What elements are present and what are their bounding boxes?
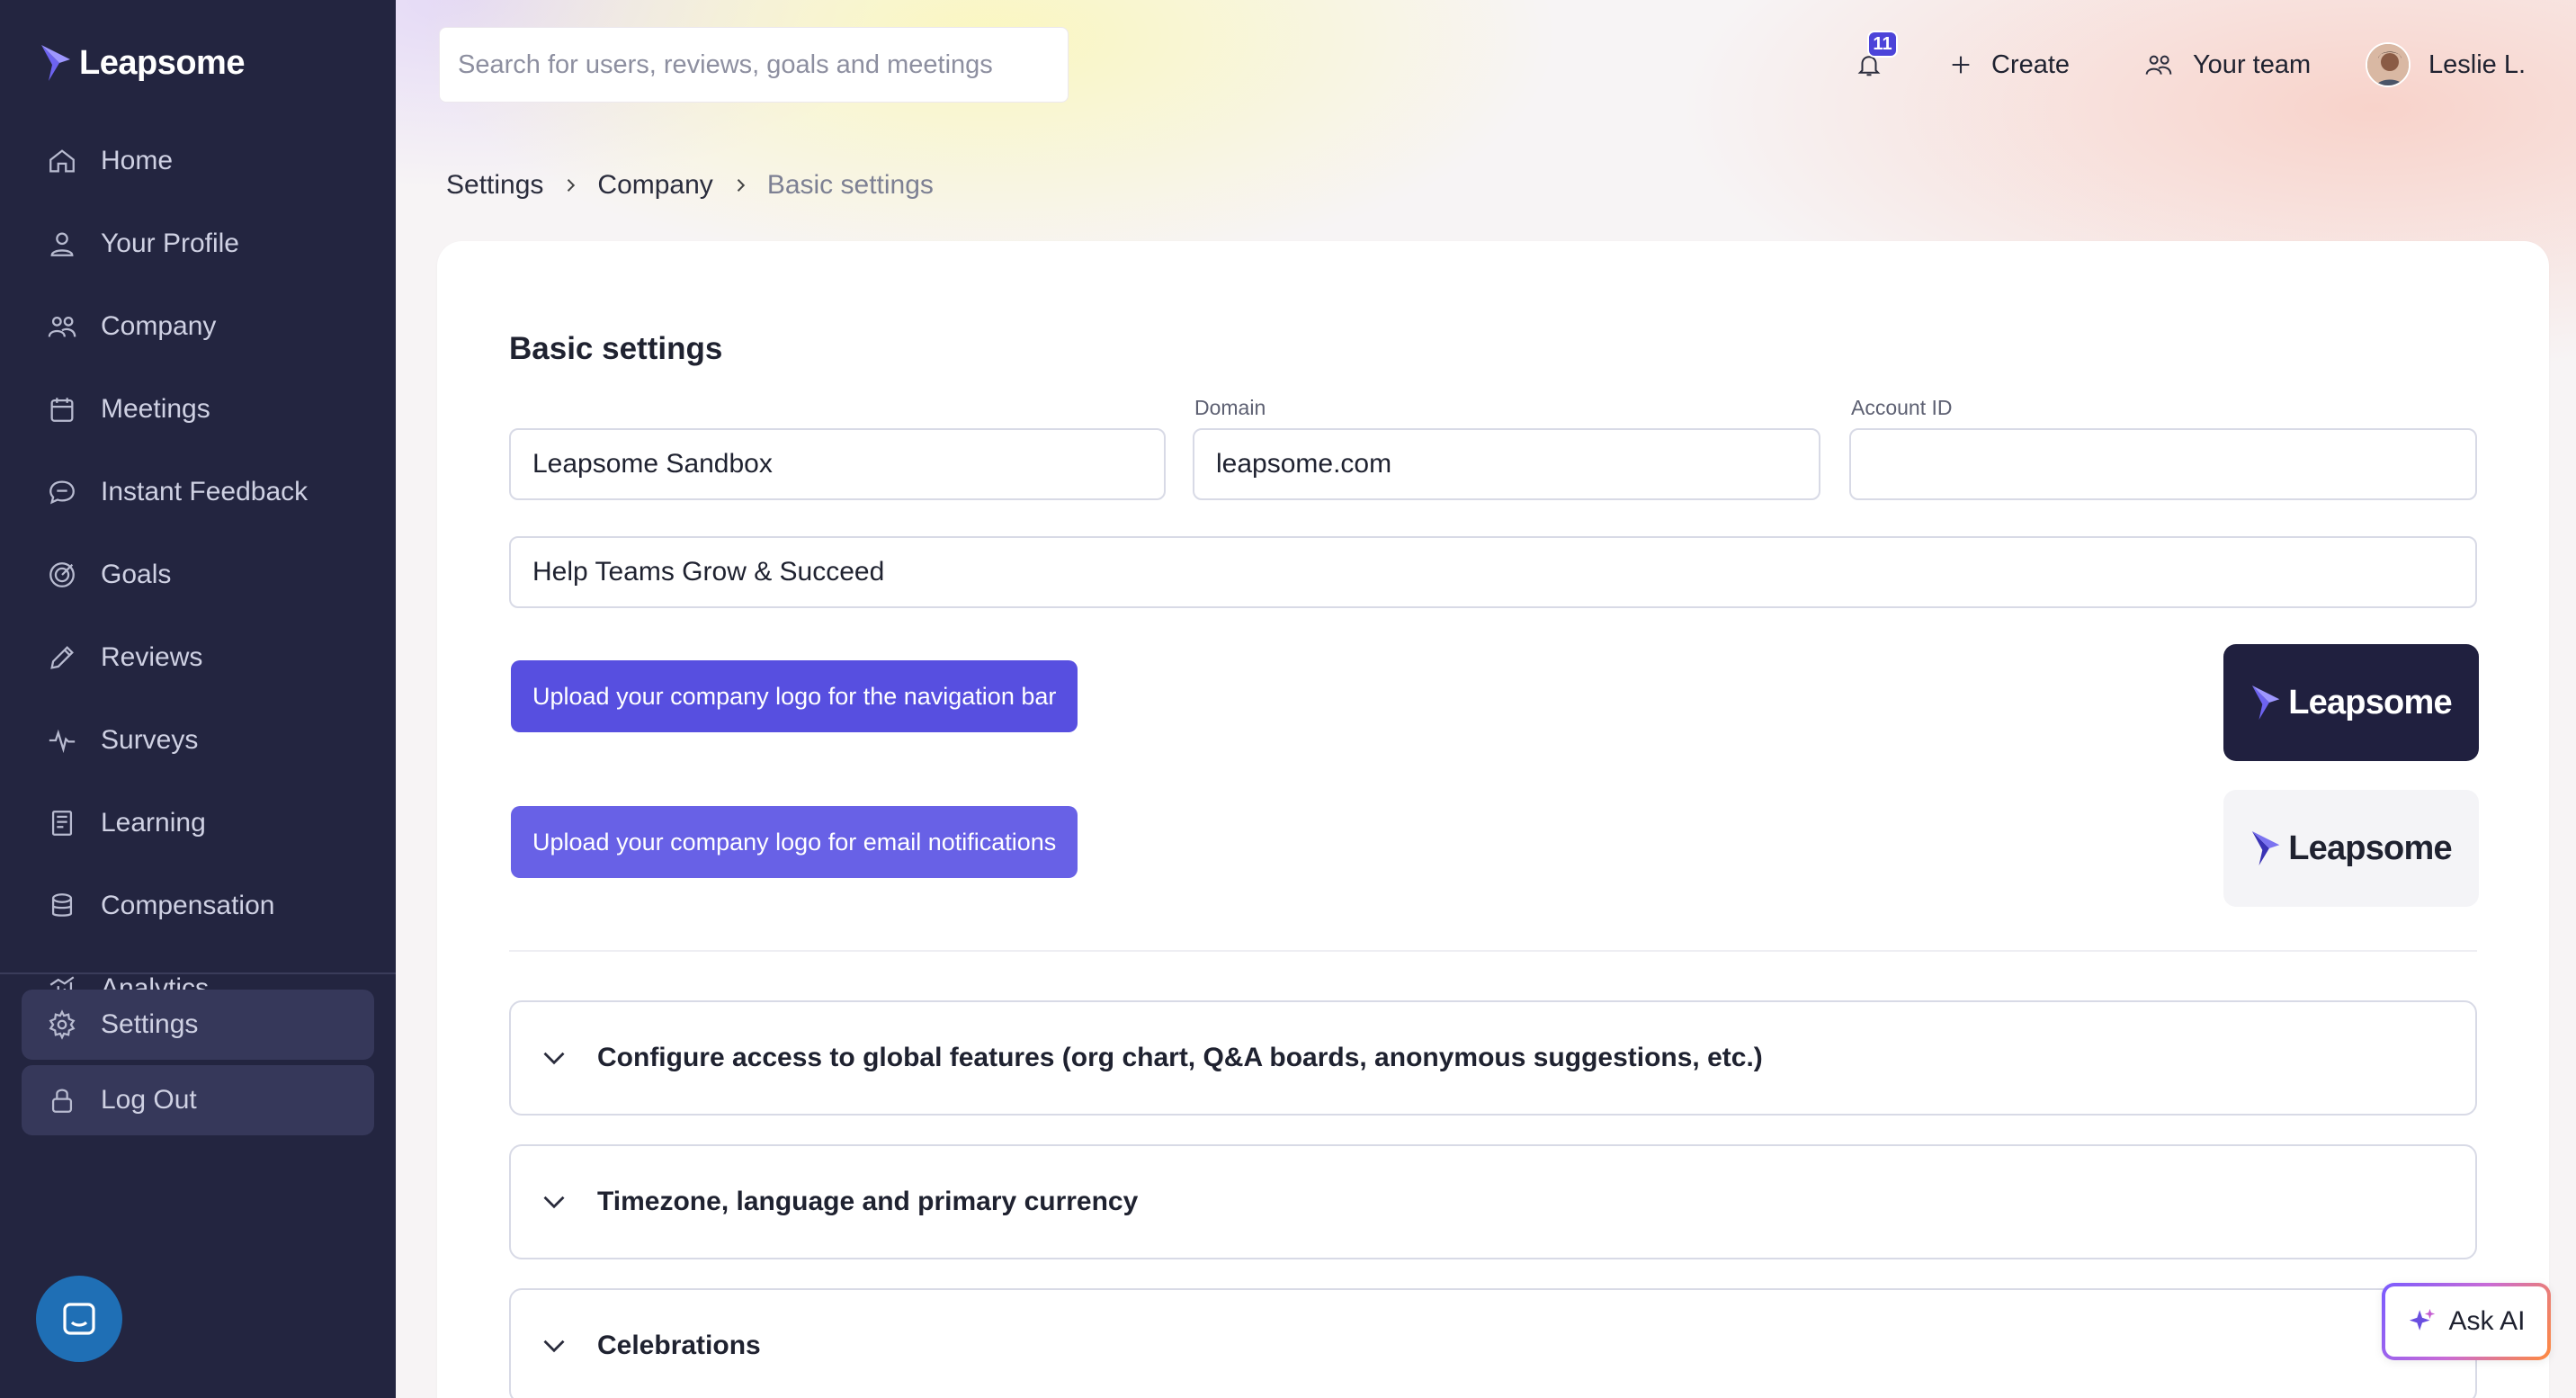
chat-support-icon — [63, 1303, 95, 1335]
sidebar-divider — [0, 972, 396, 974]
sidebar-item-label: Meetings — [101, 394, 210, 424]
pencil-icon — [50, 646, 74, 669]
chevron-down-icon — [543, 1340, 565, 1353]
book-icon — [51, 811, 73, 836]
sidebar-item-label: Log Out — [101, 1085, 197, 1115]
sidebar-item-settings[interactable]: Settings — [22, 990, 374, 1060]
chat-icon — [49, 480, 75, 505]
sidebar-item-learning[interactable]: Learning — [22, 788, 374, 858]
sidebar-item-home[interactable]: Home — [22, 126, 374, 196]
sidebar-item-label: Home — [101, 146, 174, 175]
leapsome-logo-icon — [41, 45, 70, 81]
accordion-title: Configure access to global features (org… — [597, 1043, 1763, 1072]
chevron-down-icon — [543, 1196, 565, 1209]
calendar-icon — [50, 398, 74, 422]
account-id-label: Account ID — [1851, 396, 1953, 419]
sidebar-item-label: Your Profile — [101, 229, 239, 258]
company-name-field[interactable] — [509, 428, 1166, 500]
account-id-input[interactable] — [1873, 449, 2475, 479]
accordion-global-features[interactable]: Configure access to global features (org… — [509, 1000, 2477, 1116]
company-name-input[interactable] — [532, 449, 1164, 479]
chevron-down-icon — [543, 1052, 565, 1065]
upload-nav-logo-button[interactable]: Upload your company logo for the navigat… — [511, 660, 1078, 732]
section-divider — [509, 950, 2477, 952]
sidebar-item-label: Surveys — [101, 725, 199, 755]
support-chat-button[interactable] — [36, 1276, 122, 1362]
home-icon — [49, 149, 75, 173]
domain-label: Domain — [1194, 396, 1266, 419]
nav-logo-preview: Leapsome — [2223, 644, 2479, 761]
sidebar-item-company[interactable]: Company — [22, 291, 374, 362]
people-icon — [48, 316, 76, 337]
gear-icon — [49, 1009, 76, 1040]
sidebar: Leapsome Home Your Profile Company Meeti… — [0, 0, 396, 1398]
brand-logo[interactable]: Leapsome — [40, 43, 245, 83]
search-input[interactable] — [458, 49, 1068, 80]
company-slogan-input[interactable] — [532, 557, 2475, 587]
sidebar-item-label: Learning — [101, 808, 206, 838]
sidebar-item-label: Compensation — [101, 891, 275, 920]
accordion-title: Timezone, language and primary currency — [597, 1187, 1139, 1216]
accordion-celebrations[interactable]: Celebrations — [509, 1288, 2477, 1398]
brand-name: Leapsome — [79, 43, 245, 82]
sidebar-item-label: Reviews — [101, 642, 203, 672]
accordion-timezone-language[interactable]: Timezone, language and primary currency — [509, 1144, 2477, 1259]
breadcrumb-settings[interactable]: Settings — [446, 170, 543, 201]
nav-logo-text: Leapsome — [2288, 683, 2452, 721]
user-menu[interactable]: Leslie L. — [2366, 27, 2526, 103]
sidebar-item-label: Settings — [101, 1009, 199, 1039]
accordion-title: Celebrations — [597, 1331, 761, 1360]
email-logo-preview: Leapsome — [2223, 790, 2479, 907]
create-label: Create — [1991, 49, 2071, 79]
notification-count-badge: 11 — [1867, 31, 1898, 58]
breadcrumb-basic-settings: Basic settings — [766, 170, 934, 200]
domain-field[interactable] — [1193, 428, 1820, 500]
notifications-button[interactable]: 11 — [1849, 27, 1898, 103]
sidebar-item-surveys[interactable]: Surveys — [22, 705, 374, 775]
user-name: Leslie L. — [2428, 49, 2527, 79]
user-icon — [50, 232, 74, 256]
upload-email-logo-button[interactable]: Upload your company logo for email notif… — [511, 806, 1078, 878]
chevron-right-icon — [733, 176, 747, 194]
chevron-right-icon — [563, 176, 577, 194]
sidebar-item-your-profile[interactable]: Your Profile — [22, 209, 374, 279]
sparkle-icon — [2410, 1308, 2436, 1331]
your-team-button[interactable]: Your team — [2142, 27, 2311, 103]
domain-input[interactable] — [1216, 449, 1819, 479]
target-icon — [49, 562, 75, 587]
basic-settings-card: Basic settings Domain Account ID Upload … — [437, 241, 2549, 1398]
company-slogan-field[interactable] — [509, 536, 2477, 608]
create-button[interactable]: Create — [1948, 27, 2070, 103]
sidebar-item-reviews[interactable]: Reviews — [22, 623, 374, 693]
sidebar-item-label: Goals — [101, 560, 172, 589]
sidebar-item-label: Company — [101, 311, 217, 341]
plus-icon — [1952, 56, 1970, 74]
avatar — [2366, 42, 2411, 87]
breadcrumb: Settings Company Basic settings — [446, 166, 934, 205]
team-icon — [2145, 55, 2172, 75]
sidebar-item-goals[interactable]: Goals — [22, 540, 374, 610]
sidebar-item-instant-feedback[interactable]: Instant Feedback — [22, 457, 374, 527]
sidebar-item-meetings[interactable]: Meetings — [22, 374, 374, 444]
your-team-label: Your team — [2193, 49, 2312, 79]
global-search[interactable] — [439, 27, 1069, 103]
sidebar-item-label: Instant Feedback — [101, 477, 309, 506]
lock-icon — [51, 1089, 73, 1113]
ask-ai-label: Ask AI — [2448, 1306, 2526, 1336]
pulse-icon — [49, 729, 76, 754]
leapsome-logo-icon — [2252, 686, 2280, 720]
coins-icon — [51, 893, 73, 917]
leapsome-logo-icon — [2252, 831, 2280, 865]
account-id-field[interactable] — [1849, 428, 2477, 500]
email-logo-text: Leapsome — [2288, 829, 2452, 867]
sidebar-item-log-out[interactable]: Log Out — [22, 1065, 374, 1135]
page-title: Basic settings — [509, 331, 723, 366]
breadcrumb-company[interactable]: Company — [597, 170, 712, 201]
ask-ai-button[interactable]: Ask AI — [2382, 1283, 2551, 1360]
sidebar-item-compensation[interactable]: Compensation — [22, 871, 374, 941]
